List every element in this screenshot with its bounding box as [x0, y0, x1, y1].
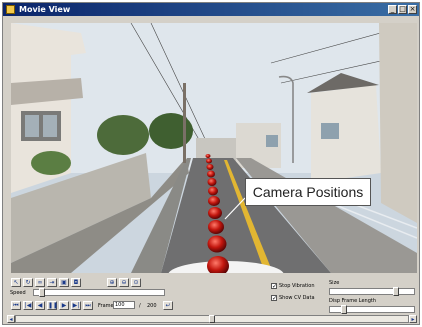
zoom-in-icon[interactable]: ⊕: [107, 278, 117, 287]
first-frame-icon[interactable]: ⏮: [11, 301, 21, 310]
video-frame[interactable]: Camera Positions: [11, 23, 417, 273]
speed-label: Speed: [10, 290, 26, 296]
frame-input[interactable]: 100: [113, 301, 135, 309]
show-cv-data-label: Show CV Data: [279, 295, 315, 301]
stop-vibration-checkbox[interactable]: ✓: [271, 283, 277, 290]
stop-vibration-label: Stop Vibration: [279, 283, 315, 289]
show-cv-data-checkbox[interactable]: ✓: [271, 295, 277, 302]
rewind-icon[interactable]: ◀: [35, 301, 45, 310]
camera-positions-label: Camera Positions: [245, 178, 371, 206]
disp-frame-length-slider-thumb[interactable]: [341, 305, 347, 314]
arrow-tool-icon[interactable]: ↖: [11, 278, 21, 287]
frame-separator: /: [139, 303, 141, 309]
lock-icon[interactable]: ▣: [59, 278, 69, 287]
size-slider[interactable]: [329, 288, 415, 295]
go-to-frame-icon[interactable]: ↵: [163, 301, 173, 310]
play-icon[interactable]: ▶: [59, 301, 69, 310]
refresh-icon[interactable]: ↻: [23, 278, 33, 287]
title-bar: Movie View _ □ ×: [3, 3, 419, 16]
window-title: Movie View: [19, 5, 71, 14]
app-icon: [6, 5, 15, 14]
next-icon[interactable]: ▶|: [71, 301, 81, 310]
control-panel: ↖ ↻ ∞ ⇥ ▣ ◘ ⊕ ⊖ ⊙ Speed ⏮ |◀ ◀ ❚❚ ▶ ▶| ⏭…: [3, 275, 419, 324]
minimize-button[interactable]: _: [388, 5, 397, 14]
pause-icon[interactable]: ❚❚: [47, 301, 58, 310]
movie-view-window: Movie View _ □ × Camera Positions ↖ ↻ ∞ …: [2, 2, 420, 325]
timeline-left-arrow-icon[interactable]: ◂: [7, 315, 15, 323]
speed-slider-thumb[interactable]: [39, 288, 46, 297]
maximize-button[interactable]: □: [398, 5, 407, 14]
camera-icon[interactable]: ◘: [71, 278, 81, 287]
timeline-scrollbar-thumb[interactable]: [209, 315, 215, 323]
zoom-out-icon[interactable]: ⊖: [119, 278, 129, 287]
disp-frame-length-label: Disp Frame Length: [329, 298, 377, 304]
frame-total: 200: [147, 303, 157, 309]
size-slider-thumb[interactable]: [393, 287, 399, 296]
previous-icon[interactable]: |◀: [23, 301, 33, 310]
close-button[interactable]: ×: [408, 5, 417, 14]
last-frame-icon[interactable]: ⏭: [83, 301, 93, 310]
size-label: Size: [329, 280, 340, 286]
zoom-fit-icon[interactable]: ⊙: [131, 278, 141, 287]
street-scene-image: [11, 23, 417, 273]
timeline-right-arrow-icon[interactable]: ▸: [409, 315, 417, 323]
speed-slider[interactable]: [33, 289, 165, 296]
loop-icon[interactable]: ∞: [35, 278, 45, 287]
frame-label: Frame: [98, 303, 114, 309]
step-icon[interactable]: ⇥: [47, 278, 57, 287]
